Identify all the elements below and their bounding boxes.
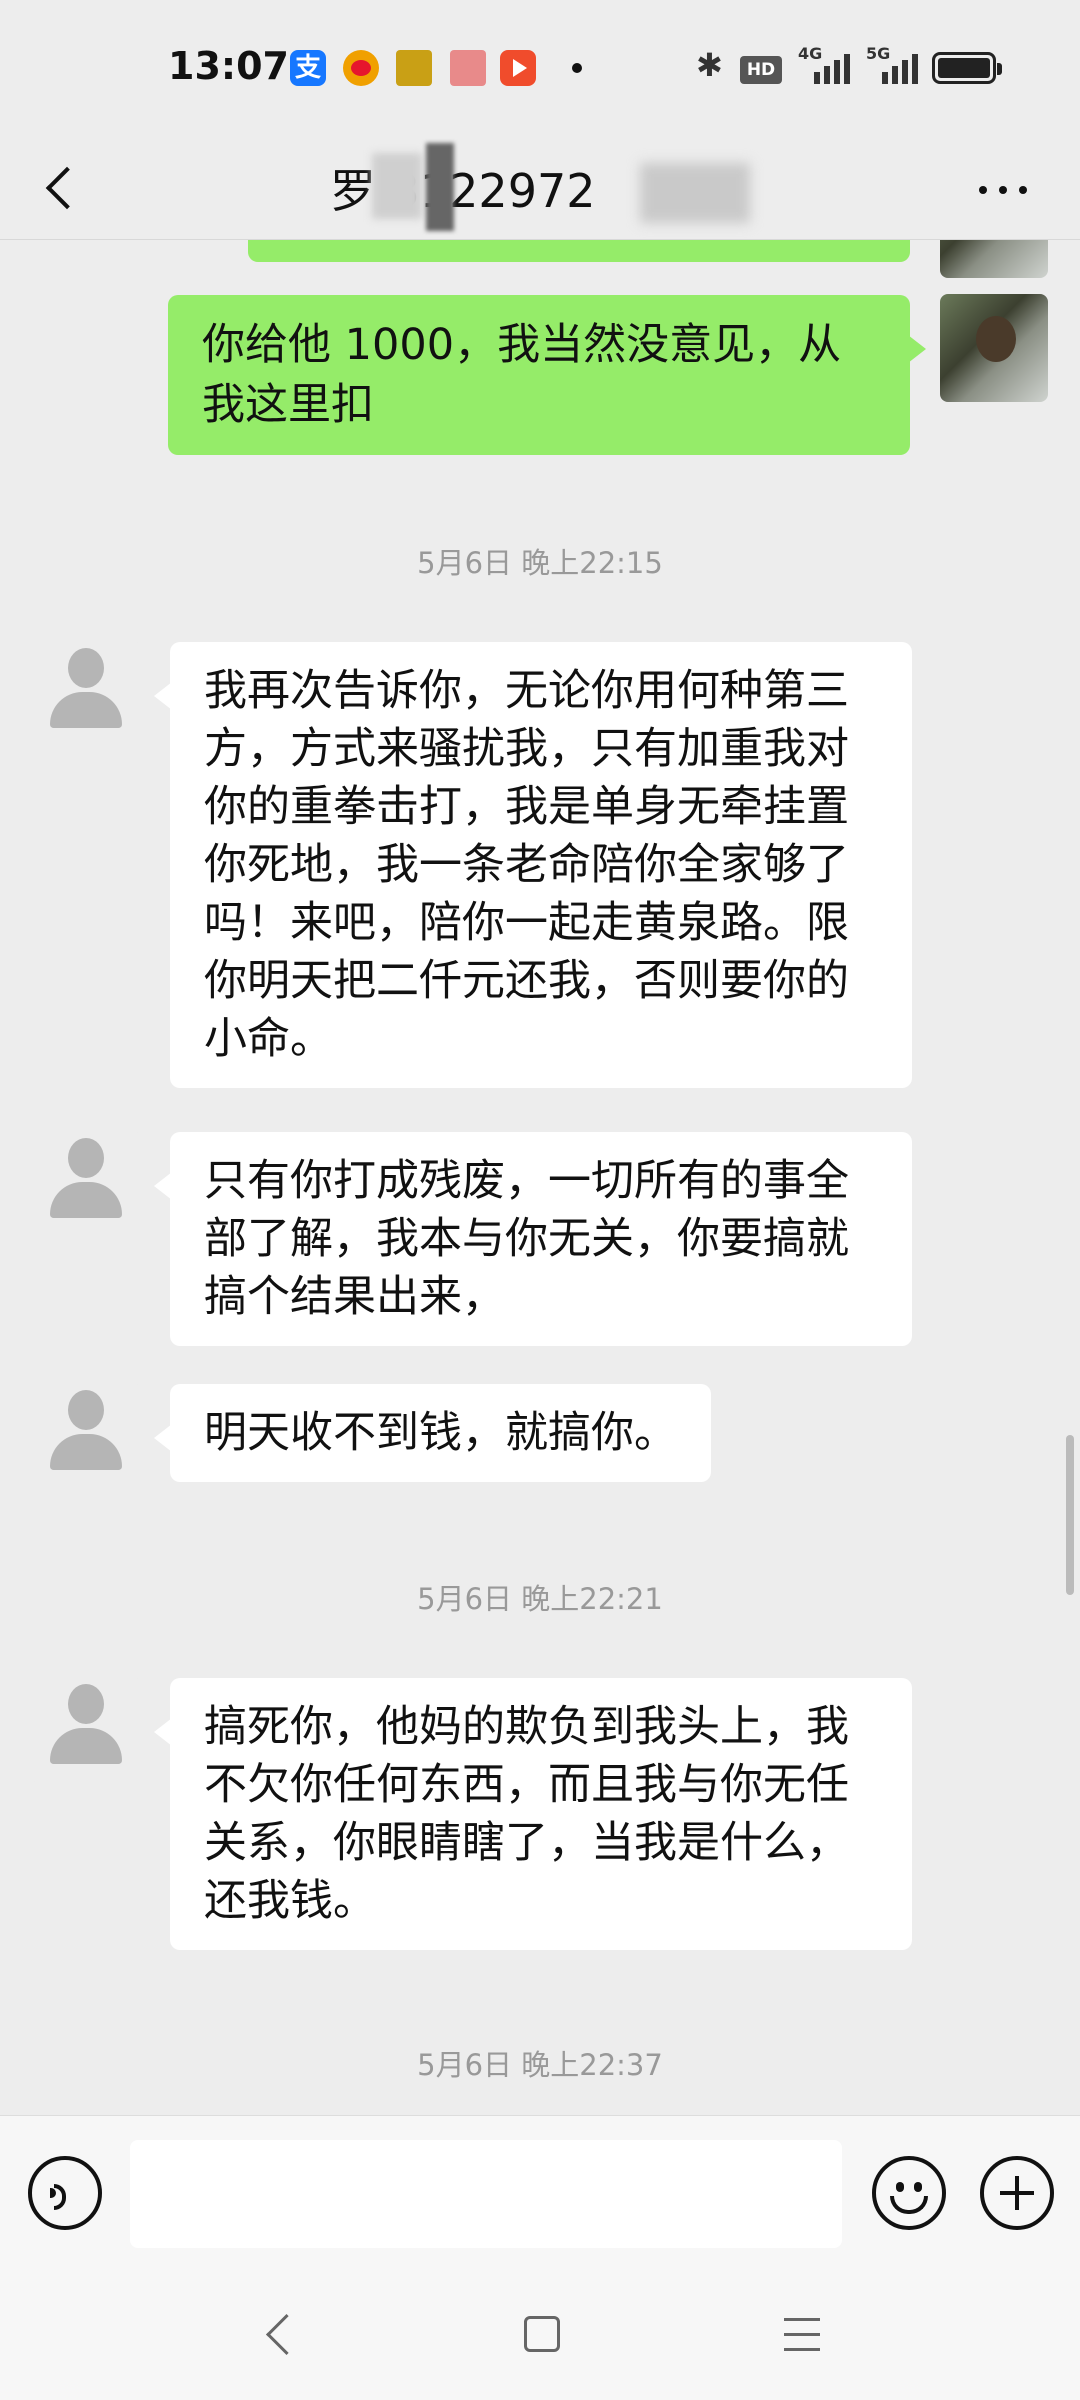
more-notifications-icon: [572, 63, 582, 73]
message-timestamp: 5月6日 晚上22:37: [417, 2048, 663, 2082]
system-navigation-bar: [0, 2272, 1080, 2400]
emoji-button[interactable]: [872, 2156, 946, 2230]
voice-input-button[interactable]: [28, 2156, 102, 2230]
emoji-eye: [914, 2182, 922, 2192]
more-options-button[interactable]: [968, 175, 1038, 205]
message-timestamp: 5月6日 晚上22:15: [417, 546, 663, 580]
self-avatar[interactable]: [940, 294, 1048, 402]
emoji-mouth: [890, 2196, 928, 2214]
nav-menu-icon[interactable]: [784, 2318, 820, 2352]
network-4g-label: 4G: [798, 44, 823, 63]
message-bubble-contact[interactable]: 搞死你，他妈的欺负到我头上，我不欠你任何东西，而且我与你无任关系，你眼睛瞎了，当…: [154, 1678, 912, 1950]
message-bubble-partial[interactable]: [248, 240, 910, 262]
status-time: 13:07: [168, 44, 289, 88]
network-5g-label: 5G: [866, 44, 891, 63]
emoji-eye: [896, 2182, 904, 2192]
message-bubble-contact[interactable]: 只有你打成残废，一切所有的事全部了解，我本与你无关，你要搞就搞个结果出来，: [154, 1132, 912, 1346]
more-functions-button[interactable]: [980, 2156, 1054, 2230]
status-bar: 13:07 支 ✱ HD 4G 5G: [0, 0, 1080, 135]
redaction-blur: [372, 153, 422, 219]
weibo-icon: [343, 50, 379, 86]
message-bubble-contact[interactable]: 我再次告诉你，无论你用何种第三方，方式来骚扰我，只有加重我对你的重拳击打，我是单…: [154, 642, 912, 1088]
scrollbar[interactable]: [1066, 1435, 1074, 1595]
folder-icon: [396, 50, 432, 86]
nav-home-icon[interactable]: [524, 2316, 560, 2352]
contact-avatar[interactable]: [32, 640, 140, 748]
bluetooth-icon: ✱: [696, 46, 723, 84]
self-avatar[interactable]: [940, 240, 1048, 278]
message-list[interactable]: 你给他 1000，我当然没意见，从我这里扣 5月6日 晚上22:15 我再次告诉…: [0, 240, 1080, 2115]
book-icon: [450, 50, 486, 86]
contact-avatar[interactable]: [32, 1676, 140, 1784]
contact-avatar[interactable]: [32, 1382, 140, 1490]
message-bubble-contact[interactable]: 明天收不到钱，就搞你。: [154, 1384, 711, 1482]
alipay-icon: 支: [290, 50, 326, 86]
redaction-blur: [640, 163, 750, 223]
back-button[interactable]: [36, 157, 96, 217]
signal-5g-icon: 5G: [866, 44, 918, 84]
message-timestamp: 5月6日 晚上22:21: [417, 1582, 663, 1616]
battery-icon: [932, 52, 1002, 84]
message-bubble-self[interactable]: 你给他 1000，我当然没意见，从我这里扣: [168, 295, 926, 455]
input-bar: [0, 2115, 1080, 2272]
video-icon: [500, 50, 536, 86]
redaction-blur: [426, 143, 454, 231]
chat-header: 罗 3122972: [0, 135, 1080, 240]
chat-title: 罗 3122972: [330, 164, 596, 218]
contact-avatar[interactable]: [32, 1130, 140, 1238]
signal-4g-icon: 4G: [798, 44, 850, 84]
nav-back-icon[interactable]: [268, 2316, 302, 2356]
message-input[interactable]: [130, 2140, 842, 2248]
hd-icon: HD: [740, 56, 782, 84]
